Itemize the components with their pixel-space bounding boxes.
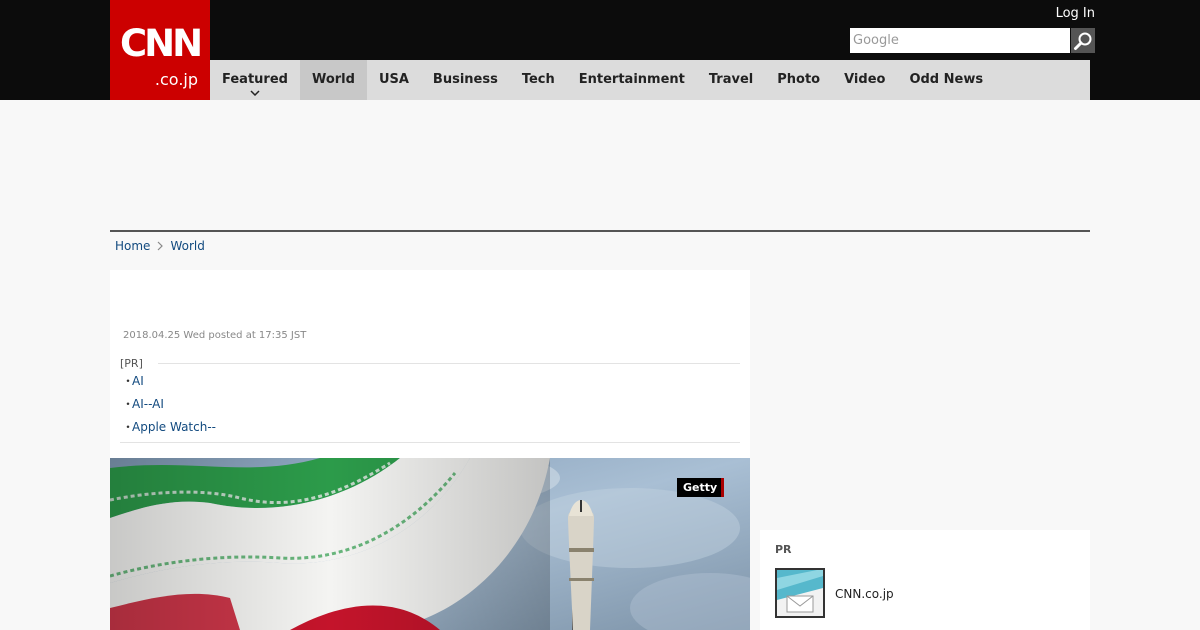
nav-label: Business [432, 72, 498, 87]
pr-box-title: PR [775, 543, 792, 556]
list-item: ・AI [120, 372, 216, 395]
logo-mark: CNN [119, 22, 203, 65]
nav-photo[interactable]: Photo [765, 60, 832, 100]
pr-link[interactable]: AI [132, 374, 144, 388]
pr-link-list: ・AI ・AI--AI ・Apple Watch-- [120, 372, 216, 441]
nav-video[interactable]: Video [832, 60, 897, 100]
nav-entertainment[interactable]: Entertainment [567, 60, 697, 100]
nav-label: Entertainment [578, 72, 685, 87]
posted-timestamp: 2018.04.25 Wed posted at 17:35 JST [123, 330, 307, 341]
cnn-logo[interactable]: CNN .co.jp [110, 0, 210, 100]
list-item: ・Apple Watch-- [120, 418, 216, 441]
nav-business[interactable]: Business [421, 60, 510, 100]
pr-divider [158, 363, 740, 364]
nav-label: Featured [222, 72, 288, 87]
pr-thumbnail[interactable] [775, 568, 825, 618]
bullet: ・ [122, 420, 135, 434]
login-link[interactable]: Log In [1056, 6, 1095, 22]
nav-tech[interactable]: Tech [510, 60, 567, 100]
nav-world[interactable]: World [299, 60, 367, 100]
mail-app-icon [777, 570, 823, 616]
nav-label: Video [844, 72, 886, 87]
pr-link[interactable]: Apple Watch-- [132, 420, 216, 434]
article-hero-image: Getty [110, 458, 750, 630]
list-item: ・AI--AI [120, 395, 216, 418]
logo-domain: .co.jp [154, 70, 198, 89]
bullet: ・ [122, 397, 135, 411]
image-credit: Getty [677, 478, 724, 497]
nav-label: Travel [708, 72, 754, 87]
ad-banner-space [110, 100, 1090, 230]
nav-travel[interactable]: Travel [697, 60, 765, 100]
main-nav: Featured World USA Business Tech Enterta… [210, 60, 1090, 100]
nav-label: Tech [521, 72, 555, 87]
pr-link[interactable]: AI--AI [132, 397, 164, 411]
article-card: 2018.04.25 Wed posted at 17:35 JST [PR] … [110, 270, 750, 630]
sidebar-ad-space [760, 270, 1090, 520]
search-button[interactable] [1071, 28, 1095, 53]
breadcrumb: Home World [115, 238, 205, 254]
sidebar-pr-box: PR CNN.co.jp [760, 530, 1090, 630]
nav-label: Odd News [909, 72, 984, 87]
pr-links-block: [PR] ・AI ・AI--AI ・Apple Watch-- [120, 353, 740, 443]
nav-featured[interactable]: Featured [210, 60, 300, 100]
hero-photo [110, 458, 750, 630]
header-divider [110, 230, 1090, 232]
nav-usa[interactable]: USA [367, 60, 421, 100]
nav-label: World [311, 72, 355, 87]
chevron-right-icon [157, 241, 164, 251]
chevron-down-icon [250, 88, 260, 98]
search-icon [1074, 32, 1092, 50]
pr-label: [PR] [120, 357, 143, 370]
nav-label: Photo [777, 72, 821, 87]
search-form [850, 28, 1095, 53]
nav-odd-news[interactable]: Odd News [897, 60, 995, 100]
breadcrumb-home[interactable]: Home [115, 238, 150, 254]
breadcrumb-world[interactable]: World [170, 238, 204, 254]
bullet: ・ [122, 374, 135, 388]
search-input[interactable] [850, 28, 1070, 53]
nav-label: USA [378, 72, 409, 87]
pr-item-name[interactable]: CNN.co.jp [835, 587, 894, 601]
